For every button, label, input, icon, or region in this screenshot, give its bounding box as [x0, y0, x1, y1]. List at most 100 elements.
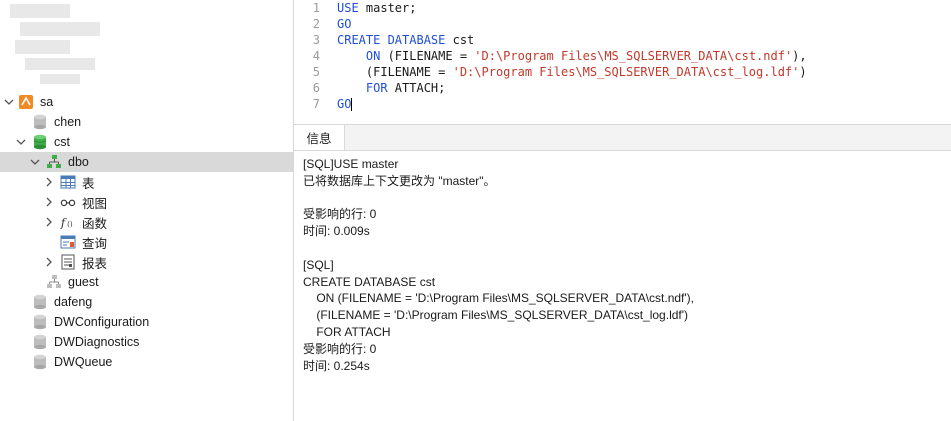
- output-line: [SQL]: [303, 257, 334, 272]
- chevron-right-icon[interactable]: [42, 215, 56, 229]
- sql-keyword: FOR: [337, 81, 388, 95]
- code-line[interactable]: 7 GO: [294, 97, 951, 113]
- code-text: CREATE DATABASE cst: [337, 33, 474, 47]
- code-text: FOR ATTACH;: [337, 81, 445, 95]
- output-line: 已将数据库上下文更改为 "master"。: [303, 173, 496, 188]
- line-number: 5: [312, 65, 320, 79]
- output-line: ON (FILENAME = 'D:\Program Files\MS_SQLS…: [303, 291, 695, 306]
- output-line: 时间: 0.254s: [303, 358, 370, 373]
- code-line[interactable]: 4 ON (FILENAME = 'D:\Program Files\MS_SQ…: [294, 49, 951, 65]
- tree-item-label: 视图: [82, 196, 108, 211]
- chevron-right-icon[interactable]: [42, 255, 56, 269]
- chevron-down-icon[interactable]: [2, 95, 16, 109]
- schema-icon: [46, 154, 62, 170]
- result-tab-bar: 信息: [294, 124, 951, 151]
- sql-text: master;: [358, 1, 417, 15]
- view-icon: [60, 194, 76, 210]
- message-output: [SQL]USE master 已将数据库上下文更改为 "master"。 受影响的…: [303, 156, 943, 374]
- sql-string: 'D:\Program Files\MS_SQLSERVER_DATA\cst_…: [452, 65, 800, 79]
- tree-item-label: dbo: [68, 155, 89, 169]
- code-line[interactable]: 2 GO: [294, 17, 951, 33]
- tree-item-guest[interactable]: guest: [0, 272, 293, 292]
- tree-item-label: DWConfiguration: [54, 315, 150, 329]
- code-text: (FILENAME = 'D:\Program Files\MS_SQLSERV…: [337, 65, 807, 79]
- line-number: 6: [312, 81, 320, 95]
- sql-text: (FILENAME =: [380, 49, 475, 63]
- tree-item-label: 函数: [82, 216, 108, 231]
- code-line[interactable]: 5 (FILENAME = 'D:\Program Files\MS_SQLSE…: [294, 65, 951, 81]
- tree-item-label: 表: [82, 176, 95, 191]
- tree-item-label: guest: [68, 275, 99, 289]
- sql-editor[interactable]: 1 USE master; 2 GO 3 CREATE DATABASE cst 4 ON …: [294, 0, 951, 120]
- tree-item-chen[interactable]: chen: [0, 112, 293, 132]
- tree-item-reports[interactable]: 报表: [0, 252, 293, 272]
- database-icon: [32, 334, 48, 350]
- code-text: GO: [337, 17, 351, 31]
- output-line: 受影响的行: 0: [303, 207, 377, 222]
- tree-item-label: 报表: [82, 256, 108, 271]
- function-icon: f(): [60, 214, 76, 230]
- sql-keyword: GO: [337, 17, 352, 31]
- line-number: 2: [312, 17, 320, 31]
- line-number: 1: [312, 1, 320, 15]
- tree-item-views[interactable]: 视图: [0, 192, 293, 212]
- blurred-connection-header: [0, 0, 120, 88]
- output-line: 受影响的行: 0: [303, 341, 377, 356]
- output-line: FOR ATTACH: [303, 324, 391, 339]
- tab-info[interactable]: 信息: [294, 125, 345, 150]
- output-line: [SQL]USE master: [303, 157, 399, 171]
- table-icon: [60, 174, 76, 190]
- database-open-icon: [32, 134, 48, 150]
- code-line[interactable]: 6 FOR ATTACH;: [294, 81, 951, 97]
- output-line: CREATE DATABASE cst: [303, 274, 436, 289]
- tree-item-cst[interactable]: cst: [0, 132, 293, 152]
- sql-keyword: CREATE DATABASE: [337, 33, 446, 47]
- line-number: 3: [312, 33, 320, 47]
- tree-item-dafeng[interactable]: dafeng: [0, 292, 293, 312]
- database-icon: [32, 114, 48, 130]
- database-icon: [32, 314, 48, 330]
- output-line: (FILENAME = 'D:\Program Files\MS_SQLSERV…: [303, 308, 689, 323]
- code-text: USE master;: [337, 1, 416, 15]
- sql-keyword: GO: [337, 97, 352, 111]
- sql-text: (FILENAME =: [337, 65, 453, 79]
- svg-text:f: f: [60, 215, 67, 229]
- tree-item-label: DWQueue: [54, 355, 113, 369]
- text-cursor: [351, 98, 353, 111]
- tree-item-sa[interactable]: sa: [0, 92, 293, 112]
- tree-item-dwdiagnostics[interactable]: DWDiagnostics: [0, 332, 293, 352]
- sql-text: ATTACH;: [387, 81, 446, 95]
- svg-text:(): (): [67, 219, 73, 228]
- object-tree-panel: sa chen cst dbo 表 视图 f () 函数 查询 报表 guest…: [0, 0, 294, 421]
- tree-item-label: cst: [54, 135, 70, 149]
- sql-keyword: USE: [337, 1, 359, 15]
- code-text: GO: [337, 97, 353, 111]
- tree-item-label: dafeng: [54, 295, 93, 309]
- tree-item-label: 查询: [82, 236, 108, 251]
- chevron-down-icon[interactable]: [14, 135, 28, 149]
- code-line[interactable]: 3 CREATE DATABASE cst: [294, 33, 951, 49]
- line-number: 7: [312, 97, 320, 111]
- chevron-right-icon[interactable]: [42, 195, 56, 209]
- report-icon: [60, 254, 76, 270]
- tree-item-label: DWDiagnostics: [54, 335, 140, 349]
- chevron-right-icon[interactable]: [42, 175, 56, 189]
- tree-item-queries[interactable]: 查询: [0, 232, 293, 252]
- sql-text: cst: [445, 33, 475, 47]
- tree-item-functions[interactable]: f() 函数: [0, 212, 293, 232]
- tree-item-dwqueue[interactable]: DWQueue: [0, 352, 293, 372]
- tree-item-dwconfiguration[interactable]: DWConfiguration: [0, 312, 293, 332]
- code-text: ON (FILENAME = 'D:\Program Files\MS_SQLS…: [337, 49, 807, 63]
- chevron-down-icon[interactable]: [28, 155, 42, 169]
- line-number: 4: [312, 49, 320, 63]
- output-line: 时间: 0.009s: [303, 224, 370, 239]
- tree-item-tables[interactable]: 表: [0, 172, 293, 192]
- server-icon: [18, 94, 34, 110]
- database-icon: [32, 294, 48, 310]
- sql-text: ),: [792, 49, 807, 63]
- tree-item-dbo[interactable]: dbo: [0, 152, 293, 172]
- code-line[interactable]: 1 USE master;: [294, 1, 951, 17]
- query-icon: [60, 234, 76, 250]
